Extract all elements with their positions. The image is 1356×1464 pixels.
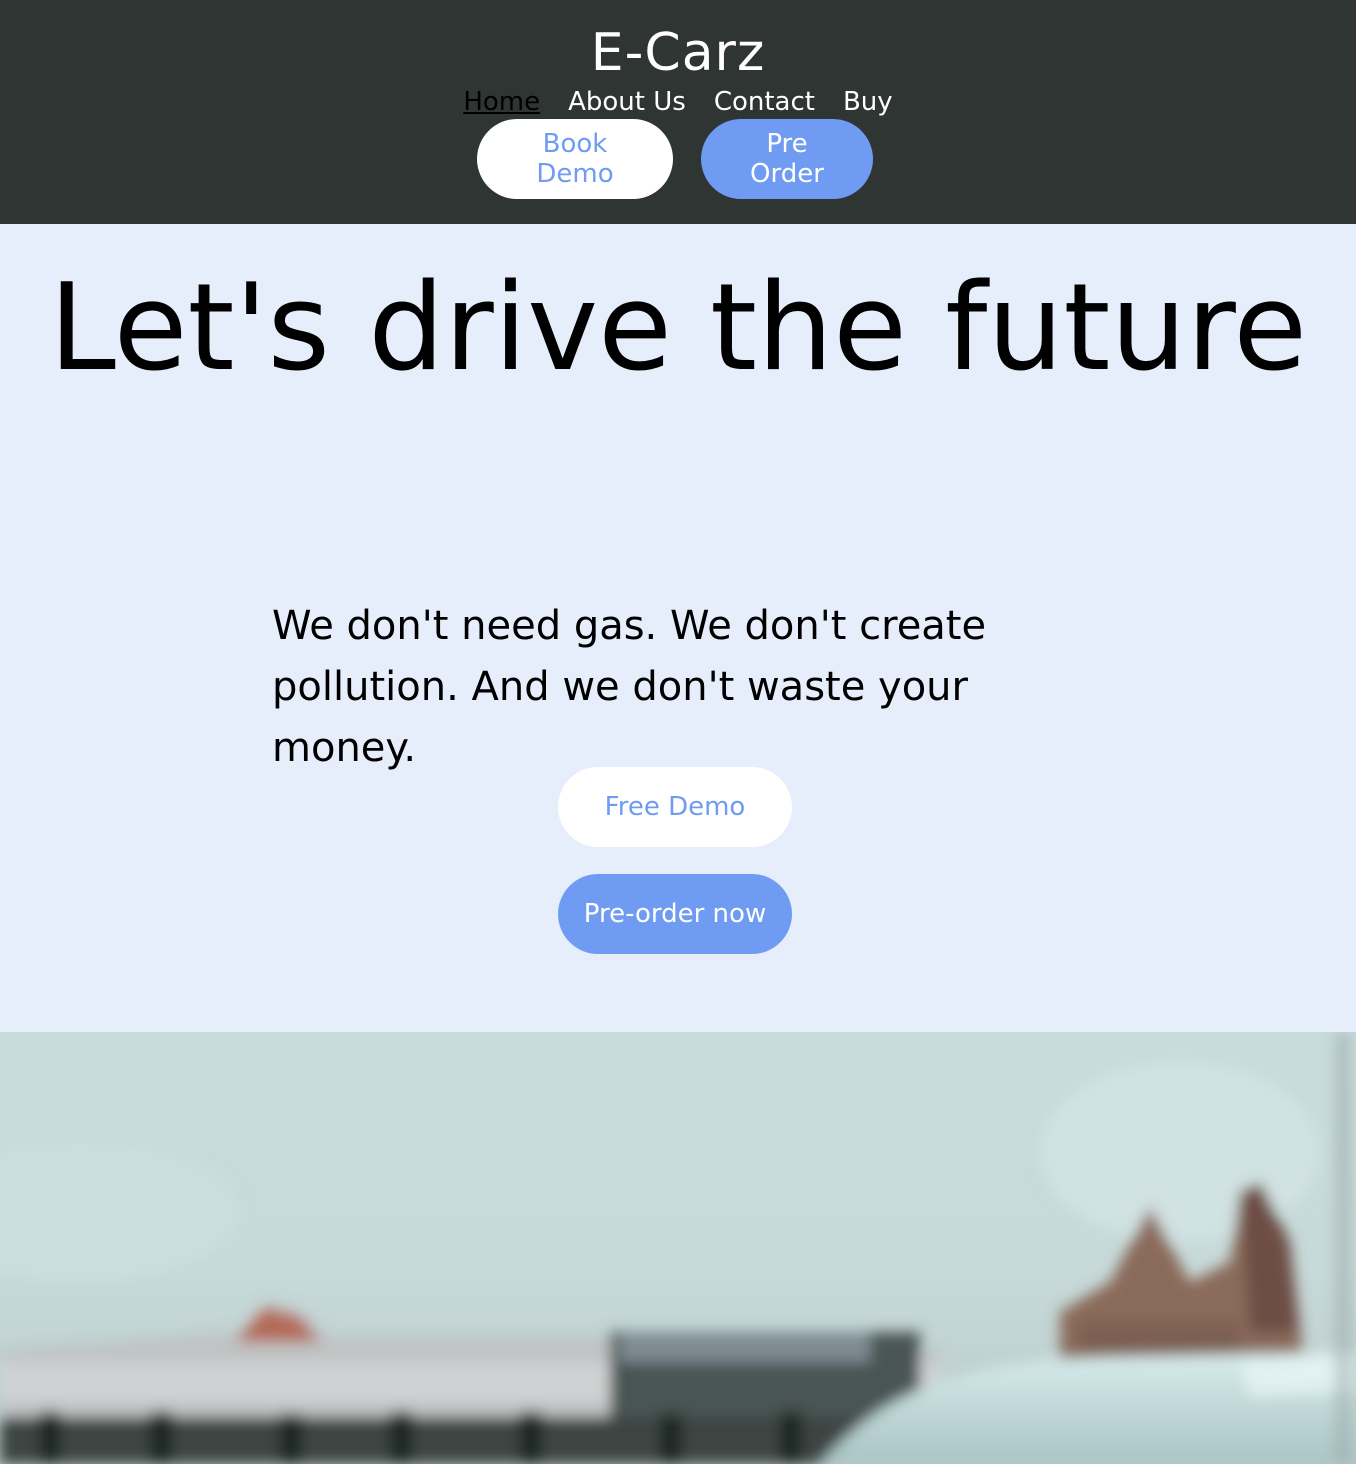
free-demo-button[interactable]: Free Demo: [558, 767, 792, 847]
hero-buttons: Free Demo Pre-order now: [558, 767, 792, 954]
hero-section: Let's drive the future We don't need gas…: [0, 224, 1356, 1032]
nav-item-about-us[interactable]: About Us: [568, 86, 686, 118]
hero-description: We don't need gas. We don't create pollu…: [272, 603, 987, 771]
blurred-street-scene-image: [0, 1032, 1356, 1464]
book-demo-button[interactable]: Book Demo: [477, 119, 673, 199]
brand-logo-text: E-Carz: [590, 23, 766, 83]
header-buttons: Book Demo Pre Order: [477, 119, 873, 199]
nav-item-home[interactable]: Home: [463, 86, 540, 118]
site-header: E-Carz Home About Us Contact Buy Book De…: [0, 0, 1356, 224]
pre-order-now-button[interactable]: Pre-order now: [558, 874, 792, 954]
hero-title: Let's drive the future: [48, 259, 1308, 398]
hero-car-photo: [0, 1032, 1356, 1464]
main-nav: Home About Us Contact Buy: [0, 86, 1356, 118]
nav-item-contact[interactable]: Contact: [714, 86, 815, 118]
pre-order-button[interactable]: Pre Order: [701, 119, 873, 199]
nav-item-buy[interactable]: Buy: [843, 86, 893, 118]
